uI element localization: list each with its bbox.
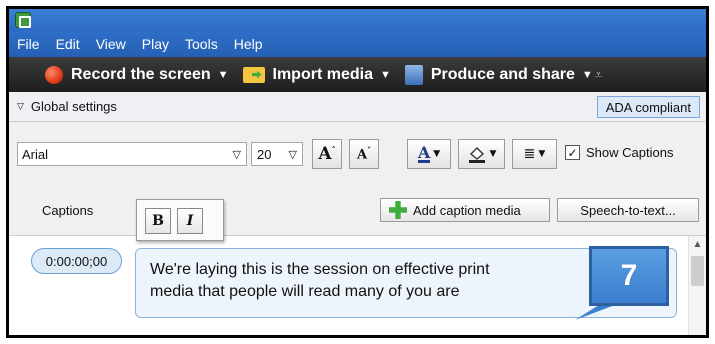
font-color-button[interactable]: A ▼	[407, 139, 451, 169]
speech-to-text-button[interactable]: Speech-to-text...	[557, 198, 699, 222]
step-callout: 7	[589, 246, 669, 306]
menu-bar: File Edit View Play Tools Help	[9, 31, 706, 57]
add-caption-media-label: Add caption media	[413, 202, 521, 218]
import-label: Import media	[272, 65, 373, 83]
bold-button[interactable]: B	[145, 208, 171, 234]
chevron-down-icon: ▼	[581, 68, 593, 81]
produce-share-button[interactable]: Produce and share ▼ ⩡	[404, 64, 602, 85]
font-family-select[interactable]: Arial ▽	[17, 142, 247, 166]
checkmark-icon[interactable]: ✓	[565, 145, 580, 160]
text-align-button[interactable]: ≣ ▼	[512, 139, 557, 169]
import-media-button[interactable]: Import media ▼	[242, 65, 391, 84]
font-family-value: Arial	[22, 146, 49, 162]
record-label: Record the screen	[71, 65, 211, 83]
caption-line-2: media that people will read many of you …	[150, 283, 460, 300]
highlight-color-button[interactable]: ▼	[458, 139, 505, 169]
produce-icon	[404, 64, 423, 85]
title-bar	[9, 9, 706, 31]
chevron-down-icon: ▼	[489, 149, 497, 159]
grow-font-button[interactable]: A˄	[312, 139, 342, 169]
menu-help[interactable]: Help	[234, 36, 263, 52]
chevron-down-icon: ▼	[433, 149, 441, 159]
menu-file[interactable]: File	[17, 36, 40, 52]
font-size-select[interactable]: 20 ▽	[251, 142, 303, 166]
scroll-thumb[interactable]	[691, 256, 704, 286]
add-caption-media-button[interactable]: Add caption media	[380, 198, 550, 222]
font-size-value: 20	[257, 146, 272, 162]
font-toolbar: Arial ▽ 20 ▽ A˄ A˅ A ▼ ▼ ≣ ▼ ✓ Show Capt…	[9, 122, 706, 186]
menu-view[interactable]: View	[96, 36, 126, 52]
menu-play[interactable]: Play	[142, 36, 169, 52]
show-captions-label: Show Captions	[586, 145, 674, 160]
task-toolbar: Record the screen ▼ Import media ▼ Produ…	[9, 57, 706, 92]
show-captions-checkbox[interactable]: ✓ Show Captions	[565, 145, 673, 160]
record-screen-button[interactable]: Record the screen ▼	[45, 65, 229, 84]
global-settings-row[interactable]: ▽ Global settings ADA compliant	[9, 92, 706, 122]
caption-line-1: We're laying this is the session on effe…	[150, 261, 490, 278]
font-color-icon: A	[417, 142, 431, 163]
produce-label: Produce and share	[430, 65, 575, 83]
chevron-down-icon: ▽	[288, 148, 297, 161]
align-icon: ≣	[523, 146, 536, 162]
app-window: File Edit View Play Tools Help Record th…	[6, 6, 709, 338]
chevron-down-icon: ▼	[379, 68, 391, 81]
caption-timecode[interactable]: 0:00:00;00	[31, 248, 122, 274]
chevron-down-icon: ▼	[538, 149, 546, 159]
scroll-up-arrow-icon[interactable]: ▲	[689, 236, 706, 252]
grow-font-icon: A˄	[318, 144, 336, 164]
plus-icon	[389, 201, 407, 219]
italic-button[interactable]: I	[177, 208, 203, 234]
app-icon[interactable]	[15, 12, 31, 28]
menu-edit[interactable]: Edit	[56, 36, 80, 52]
captions-toolbar: Captions Add caption media Speech-to-tex…	[9, 186, 706, 236]
vertical-scrollbar[interactable]: ▲	[688, 236, 706, 335]
ada-compliant-button[interactable]: ADA compliant	[596, 96, 700, 118]
folder-import-icon	[242, 66, 265, 83]
overflow-menu-icon[interactable]: ⩡	[595, 67, 602, 83]
global-settings-label: Global settings	[30, 99, 117, 114]
record-icon	[45, 65, 63, 84]
menu-tools[interactable]: Tools	[185, 36, 218, 52]
tab-captions[interactable]: Captions	[42, 203, 93, 218]
collapse-triangle-icon[interactable]: ▽	[17, 101, 24, 112]
paint-bucket-icon	[468, 147, 485, 163]
chevron-down-icon: ▽	[232, 148, 241, 161]
shrink-font-button[interactable]: A˅	[349, 139, 379, 169]
format-popup: B I	[136, 199, 224, 241]
shrink-font-icon: A˅	[356, 145, 372, 163]
chevron-down-icon: ▼	[217, 68, 229, 81]
